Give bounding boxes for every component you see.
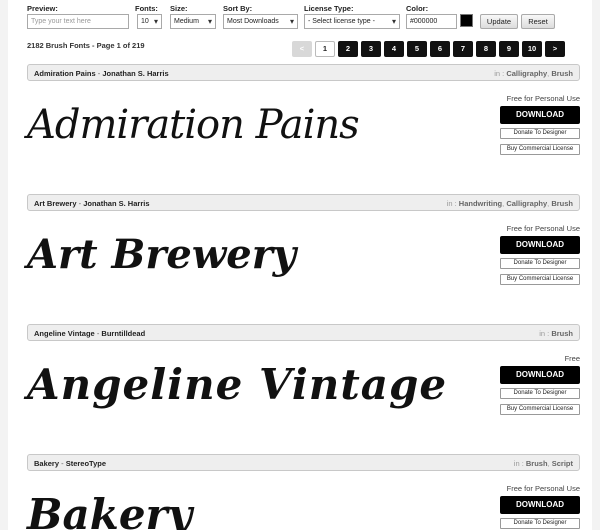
download-button[interactable]: DOWNLOAD <box>500 236 580 254</box>
license-type-label: License Type: <box>304 4 354 13</box>
update-button[interactable]: Update <box>480 14 518 29</box>
donate-to-designer-button[interactable]: Donate To Designer <box>500 518 580 529</box>
font-name-link[interactable]: Angeline Vintage <box>34 329 95 338</box>
font-preview-sample[interactable]: Bakery <box>27 480 487 530</box>
preview-text-input[interactable]: Type your text here <box>27 14 129 29</box>
license-text: Free for Personal Use <box>506 224 580 233</box>
font-categories: in : Handwriting, Calligraphy, Brush <box>447 199 573 208</box>
fonts-per-page-select[interactable]: 10 <box>137 14 162 29</box>
font-name-link[interactable]: Art Brewery <box>34 199 77 208</box>
category-link[interactable]: Brush <box>551 329 573 338</box>
pagination-page-button[interactable]: 8 <box>476 41 496 57</box>
pagination-page-button[interactable]: 5 <box>407 41 427 57</box>
font-title: Angeline Vintage - Burntilldead <box>34 329 145 338</box>
categories-in-label: in : <box>494 69 505 78</box>
size-value: Medium <box>174 18 199 25</box>
category-link[interactable]: Calligraphy <box>506 199 547 208</box>
pagination-page-button[interactable]: 10 <box>522 41 542 57</box>
font-card-header: Art Brewery - Jonathan S. Harris in : Ha… <box>27 194 580 211</box>
size-label: Size: <box>170 4 188 13</box>
sort-value: Most Downloads <box>227 18 279 25</box>
pagination-page-button[interactable]: 9 <box>499 41 519 57</box>
sort-label: Sort By: <box>223 4 253 13</box>
license-text: Free for Personal Use <box>506 484 580 493</box>
pagination-page-button[interactable]: 4 <box>384 41 404 57</box>
font-name-link[interactable]: Bakery <box>34 459 59 468</box>
pagination-page-button[interactable]: 7 <box>453 41 473 57</box>
license-text: Free <box>564 354 580 363</box>
color-swatch[interactable] <box>460 14 473 27</box>
color-label: Color: <box>406 4 429 13</box>
size-select[interactable]: Medium <box>170 14 216 29</box>
fonts-per-page-value: 10 <box>141 18 149 25</box>
categories-in-label: in : <box>446 199 457 208</box>
color-input[interactable]: #000000 <box>406 14 457 29</box>
font-card-header: Angeline Vintage - Burntilldead in : Bru… <box>27 324 580 341</box>
page-content: Preview: Type your text here Fonts: 10 S… <box>8 0 592 530</box>
license-type-select[interactable]: - Select license type - <box>304 14 400 29</box>
font-categories: in : Calligraphy, Brush <box>494 69 573 78</box>
category-link[interactable]: Calligraphy <box>506 69 547 78</box>
title-separator: - <box>97 69 101 78</box>
category-link[interactable]: Brush <box>551 199 573 208</box>
font-preview-sample[interactable]: Art Brewery <box>27 220 487 290</box>
donate-to-designer-button[interactable]: Donate To Designer <box>500 258 580 269</box>
font-card-header: Bakery - StereoType in : Brush, Script <box>27 454 580 471</box>
font-author-link[interactable]: Burntilldead <box>101 329 145 338</box>
category-link[interactable]: Brush <box>551 69 573 78</box>
font-name-link[interactable]: Admiration Pains <box>34 69 96 78</box>
license-type-value: - Select license type - <box>308 18 375 25</box>
category-link[interactable]: Brush <box>526 459 548 468</box>
fonts-label: Fonts: <box>135 4 158 13</box>
title-separator: - <box>78 199 82 208</box>
preview-label: Preview: <box>27 4 58 13</box>
category-link[interactable]: Script <box>552 459 573 468</box>
font-author-link[interactable]: StereoType <box>66 459 106 468</box>
buy-commercial-license-button[interactable]: Buy Commercial License <box>500 144 580 155</box>
font-title: Art Brewery - Jonathan S. Harris <box>34 199 150 208</box>
sort-select[interactable]: Most Downloads <box>223 14 298 29</box>
buy-commercial-license-button[interactable]: Buy Commercial License <box>500 404 580 415</box>
donate-to-designer-button[interactable]: Donate To Designer <box>500 388 580 399</box>
donate-to-designer-button[interactable]: Donate To Designer <box>500 128 580 139</box>
font-author-link[interactable]: Jonathan S. Harris <box>83 199 149 208</box>
pagination-page-button[interactable]: 2 <box>338 41 358 57</box>
font-preview-sample[interactable]: Angeline Vintage <box>27 350 487 420</box>
font-card-header: Admiration Pains - Jonathan S. Harris in… <box>27 64 580 81</box>
license-text: Free for Personal Use <box>506 94 580 103</box>
pagination-page-button[interactable]: 3 <box>361 41 381 57</box>
font-title: Bakery - StereoType <box>34 459 106 468</box>
category-list: Calligraphy, Brush <box>506 69 573 78</box>
font-title: Admiration Pains - Jonathan S. Harris <box>34 69 169 78</box>
download-button[interactable]: DOWNLOAD <box>500 106 580 124</box>
font-preview-sample[interactable]: Admiration Pains <box>27 90 487 160</box>
title-separator: - <box>96 329 100 338</box>
title-separator: - <box>61 459 64 468</box>
pagination-prev-button[interactable]: < <box>292 41 312 57</box>
download-button[interactable]: DOWNLOAD <box>500 496 580 514</box>
font-author-link[interactable]: Jonathan S. Harris <box>102 69 168 78</box>
buy-commercial-license-button[interactable]: Buy Commercial License <box>500 274 580 285</box>
results-summary: 2182 Brush Fonts - Page 1 of 219 <box>27 41 145 50</box>
pagination-next-button[interactable]: > <box>545 41 565 57</box>
pagination-page-button[interactable]: 6 <box>430 41 450 57</box>
category-list: Brush <box>551 329 573 338</box>
font-categories: in : Brush, Script <box>514 459 573 468</box>
reset-button[interactable]: Reset <box>521 14 555 29</box>
download-button[interactable]: DOWNLOAD <box>500 366 580 384</box>
filter-toolbar: Preview: Type your text here Fonts: 10 S… <box>27 4 567 32</box>
font-categories: in : Brush <box>539 329 573 338</box>
category-list: Handwriting, Calligraphy, Brush <box>459 199 573 208</box>
category-list: Brush, Script <box>526 459 573 468</box>
categories-in-label: in : <box>539 329 550 338</box>
category-link[interactable]: Handwriting <box>459 199 502 208</box>
categories-in-label: in : <box>513 459 524 468</box>
pagination-current-page: 1 <box>315 41 335 57</box>
